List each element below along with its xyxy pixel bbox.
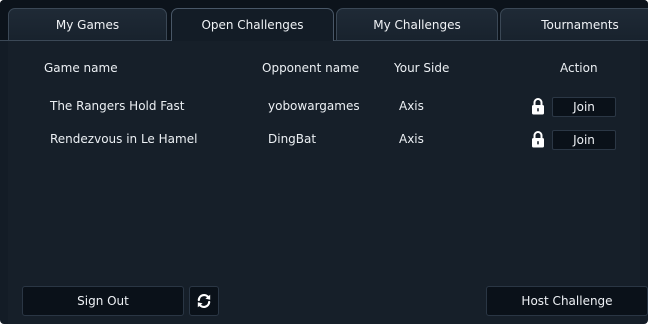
header-game-name: Game name bbox=[44, 61, 118, 75]
lobby-window: My Games Open Challenges My Challenges T… bbox=[0, 0, 648, 324]
header-opponent-name: Opponent name bbox=[262, 61, 360, 75]
row-side: Axis bbox=[399, 99, 424, 113]
tab-bar: My Games Open Challenges My Challenges T… bbox=[0, 0, 648, 41]
tab-open-challenges[interactable]: Open Challenges bbox=[171, 8, 334, 41]
lock-icon bbox=[532, 98, 544, 115]
refresh-button[interactable] bbox=[189, 286, 219, 316]
row-game-name: Rendezvous in Le Hamel bbox=[50, 132, 198, 146]
row-side: Axis bbox=[399, 132, 424, 146]
tab-my-challenges[interactable]: My Challenges bbox=[336, 8, 498, 41]
row-opponent-name: yobowargames bbox=[268, 99, 360, 113]
join-button[interactable]: Join bbox=[552, 130, 616, 150]
refresh-icon bbox=[197, 293, 211, 309]
join-button[interactable]: Join bbox=[552, 97, 616, 117]
row-game-name: The Rangers Hold Fast bbox=[50, 99, 185, 113]
header-action: Action bbox=[560, 61, 598, 75]
sign-out-button[interactable]: Sign Out bbox=[22, 286, 184, 316]
challenges-panel bbox=[8, 41, 640, 324]
lock-icon bbox=[532, 131, 544, 148]
tab-my-games[interactable]: My Games bbox=[8, 8, 167, 41]
header-your-side: Your Side bbox=[394, 61, 450, 75]
row-opponent-name: DingBat bbox=[268, 132, 317, 146]
host-challenge-button[interactable]: Host Challenge bbox=[486, 286, 648, 316]
tab-tournaments[interactable]: Tournaments bbox=[500, 8, 648, 41]
